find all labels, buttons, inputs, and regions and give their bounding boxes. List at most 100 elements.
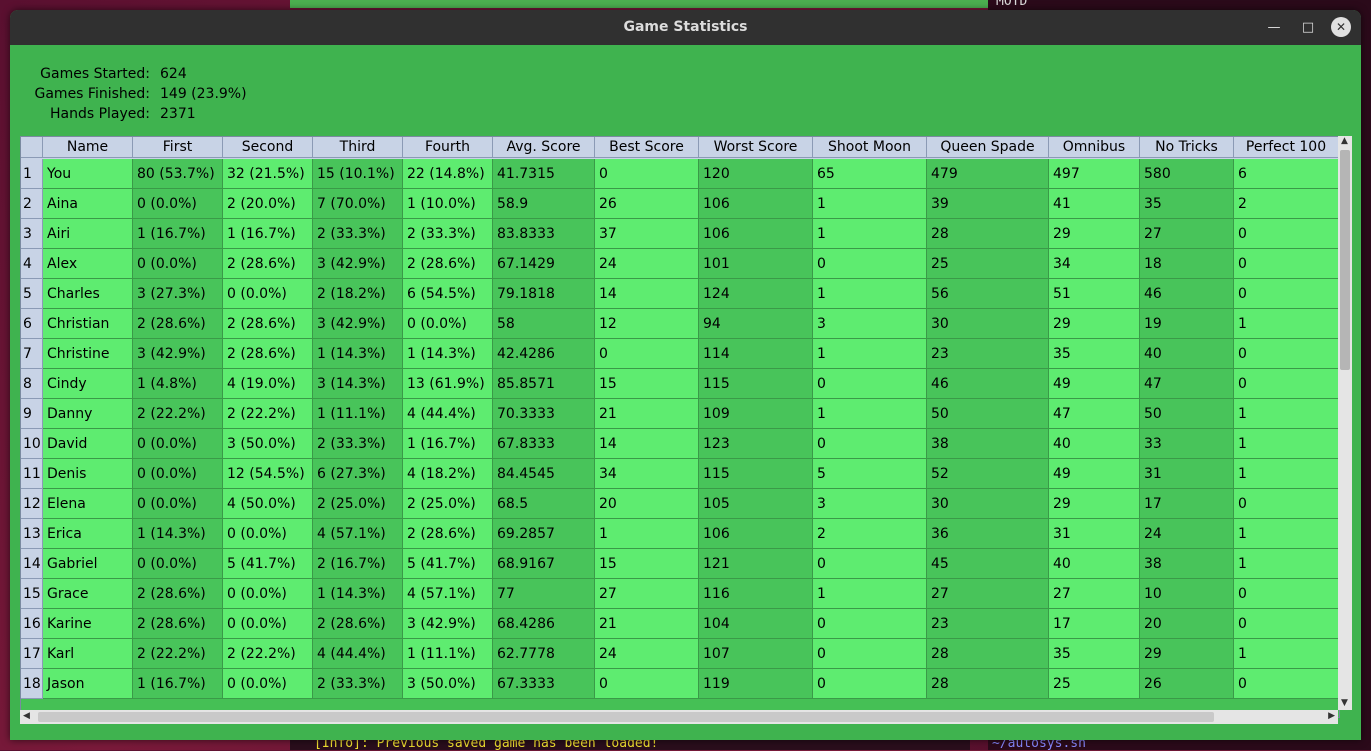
table-cell[interactable]: 1 (4.8%) (133, 369, 223, 399)
table-cell[interactable]: 2 (1234, 189, 1339, 219)
table-cell[interactable]: 1 (1234, 519, 1339, 549)
table-cell[interactable]: 23 (927, 339, 1049, 369)
table-cell[interactable]: 1 (813, 399, 927, 429)
table-cell[interactable]: 15 (10.1%) (313, 159, 403, 189)
table-cell[interactable]: 31 (1049, 519, 1140, 549)
table-cell[interactable]: 58 (493, 309, 595, 339)
table-cell[interactable]: 123 (699, 429, 813, 459)
row-index[interactable]: 1 (21, 159, 43, 189)
vertical-scroll-thumb[interactable] (1340, 150, 1350, 370)
table-cell[interactable]: 2 (22.2%) (133, 399, 223, 429)
table-cell[interactable]: 1 (1234, 639, 1339, 669)
row-index[interactable]: 6 (21, 309, 43, 339)
table-row[interactable]: 7 Christine 3 (42.9%) 2 (28.6%) 1 (14.3%) 1 (… (21, 339, 1339, 369)
table-cell[interactable]: 0 (0.0%) (223, 519, 313, 549)
table-cell[interactable]: 0 (0.0%) (223, 579, 313, 609)
table-row[interactable]: 15 Grace 2 (28.6%) 0 (0.0%) 1 (14.3%) 4 (57.1… (21, 579, 1339, 609)
table-row[interactable]: 13 Erica 1 (14.3%) 0 (0.0%) 4 (57.1%) 2 (28.6… (21, 519, 1339, 549)
table-cell[interactable]: 0 (0.0%) (223, 669, 313, 699)
table-cell[interactable]: 42.4286 (493, 339, 595, 369)
table-cell[interactable]: 34 (595, 459, 699, 489)
title-bar[interactable]: Game Statistics — □ ✕ (10, 10, 1361, 45)
table-cell[interactable]: 2 (18.2%) (313, 279, 403, 309)
table-cell[interactable]: Erica (43, 519, 133, 549)
table-cell[interactable]: Christian (43, 309, 133, 339)
table-cell[interactable]: 1 (14.3%) (403, 339, 493, 369)
table-cell[interactable]: Grace (43, 579, 133, 609)
column-header-avg-score[interactable]: Avg. Score (493, 137, 595, 158)
table-cell[interactable]: 1 (1234, 459, 1339, 489)
table-cell[interactable]: 38 (927, 429, 1049, 459)
table-cell[interactable]: 32 (21.5%) (223, 159, 313, 189)
table-cell[interactable]: 0 (1234, 279, 1339, 309)
table-cell[interactable]: 80 (53.7%) (133, 159, 223, 189)
column-header-first[interactable]: First (133, 137, 223, 158)
row-index[interactable]: 18 (21, 669, 43, 699)
table-cell[interactable]: 40 (1049, 429, 1140, 459)
row-index[interactable]: 12 (21, 489, 43, 519)
row-index[interactable]: 13 (21, 519, 43, 549)
row-index[interactable]: 11 (21, 459, 43, 489)
table-cell[interactable]: 1 (1234, 549, 1339, 579)
table-cell[interactable]: 20 (595, 489, 699, 519)
table-cell[interactable]: 4 (44.4%) (403, 399, 493, 429)
table-cell[interactable]: 0 (813, 549, 927, 579)
table-cell[interactable]: 1 (813, 219, 927, 249)
table-cell[interactable]: 67.1429 (493, 249, 595, 279)
table-cell[interactable]: 101 (699, 249, 813, 279)
table-cell[interactable]: 2 (28.6%) (133, 609, 223, 639)
table-cell[interactable]: 3 (813, 309, 927, 339)
table-cell[interactable]: 3 (813, 489, 927, 519)
table-cell[interactable]: 29 (1140, 639, 1234, 669)
table-cell[interactable]: 46 (927, 369, 1049, 399)
table-cell[interactable]: 0 (1234, 369, 1339, 399)
table-cell[interactable]: 5 (41.7%) (223, 549, 313, 579)
table-cell[interactable]: 27 (1049, 579, 1140, 609)
column-header-best-score[interactable]: Best Score (595, 137, 699, 158)
row-index[interactable]: 8 (21, 369, 43, 399)
table-cell[interactable]: 105 (699, 489, 813, 519)
table-cell[interactable]: You (43, 159, 133, 189)
table-cell[interactable]: Gabriel (43, 549, 133, 579)
table-cell[interactable]: 4 (50.0%) (223, 489, 313, 519)
table-cell[interactable]: 17 (1049, 609, 1140, 639)
table-cell[interactable]: 27 (927, 579, 1049, 609)
table-cell[interactable]: Christine (43, 339, 133, 369)
table-cell[interactable]: 62.7778 (493, 639, 595, 669)
table-cell[interactable]: 2 (22.2%) (223, 399, 313, 429)
table-cell[interactable]: 31 (1140, 459, 1234, 489)
table-cell[interactable]: Alex (43, 249, 133, 279)
table-cell[interactable]: 2 (25.0%) (403, 489, 493, 519)
row-index[interactable]: 2 (21, 189, 43, 219)
row-index[interactable]: 14 (21, 549, 43, 579)
table-cell[interactable]: 28 (927, 669, 1049, 699)
table-cell[interactable]: 1 (16.7%) (223, 219, 313, 249)
table-cell[interactable]: 0 (595, 159, 699, 189)
table-cell[interactable]: 3 (42.9%) (313, 249, 403, 279)
table-cell[interactable]: 1 (11.1%) (313, 399, 403, 429)
table-cell[interactable]: 114 (699, 339, 813, 369)
table-cell[interactable]: 12 (54.5%) (223, 459, 313, 489)
table-cell[interactable]: 20 (1140, 609, 1234, 639)
table-cell[interactable]: 10 (1140, 579, 1234, 609)
table-cell[interactable]: Karine (43, 609, 133, 639)
table-cell[interactable]: 41 (1049, 189, 1140, 219)
table-cell[interactable]: 94 (699, 309, 813, 339)
table-cell[interactable]: 39 (927, 189, 1049, 219)
horizontal-scroll-thumb[interactable] (38, 712, 1214, 722)
table-cell[interactable]: 30 (927, 489, 1049, 519)
table-cell[interactable]: 30 (927, 309, 1049, 339)
table-row[interactable]: 16 Karine 2 (28.6%) 0 (0.0%) 2 (28.6%) 3 (42.… (21, 609, 1339, 639)
table-row[interactable]: 14 Gabriel 0 (0.0%) 5 (41.7%) 2 (16.7%) 5 (41… (21, 549, 1339, 579)
table-cell[interactable]: 5 (41.7%) (403, 549, 493, 579)
table-cell[interactable]: 49 (1049, 369, 1140, 399)
table-cell[interactable]: 1 (1234, 399, 1339, 429)
table-row[interactable]: 1 You 80 (53.7%) 32 (21.5%) 15 (10.1%) 22 (14… (21, 159, 1339, 189)
table-cell[interactable]: 0 (813, 429, 927, 459)
table-cell[interactable]: 67.8333 (493, 429, 595, 459)
table-cell[interactable]: 120 (699, 159, 813, 189)
table-cell[interactable]: 4 (57.1%) (313, 519, 403, 549)
table-cell[interactable]: 0 (1234, 339, 1339, 369)
table-cell[interactable]: 1 (10.0%) (403, 189, 493, 219)
table-cell[interactable]: 35 (1049, 639, 1140, 669)
